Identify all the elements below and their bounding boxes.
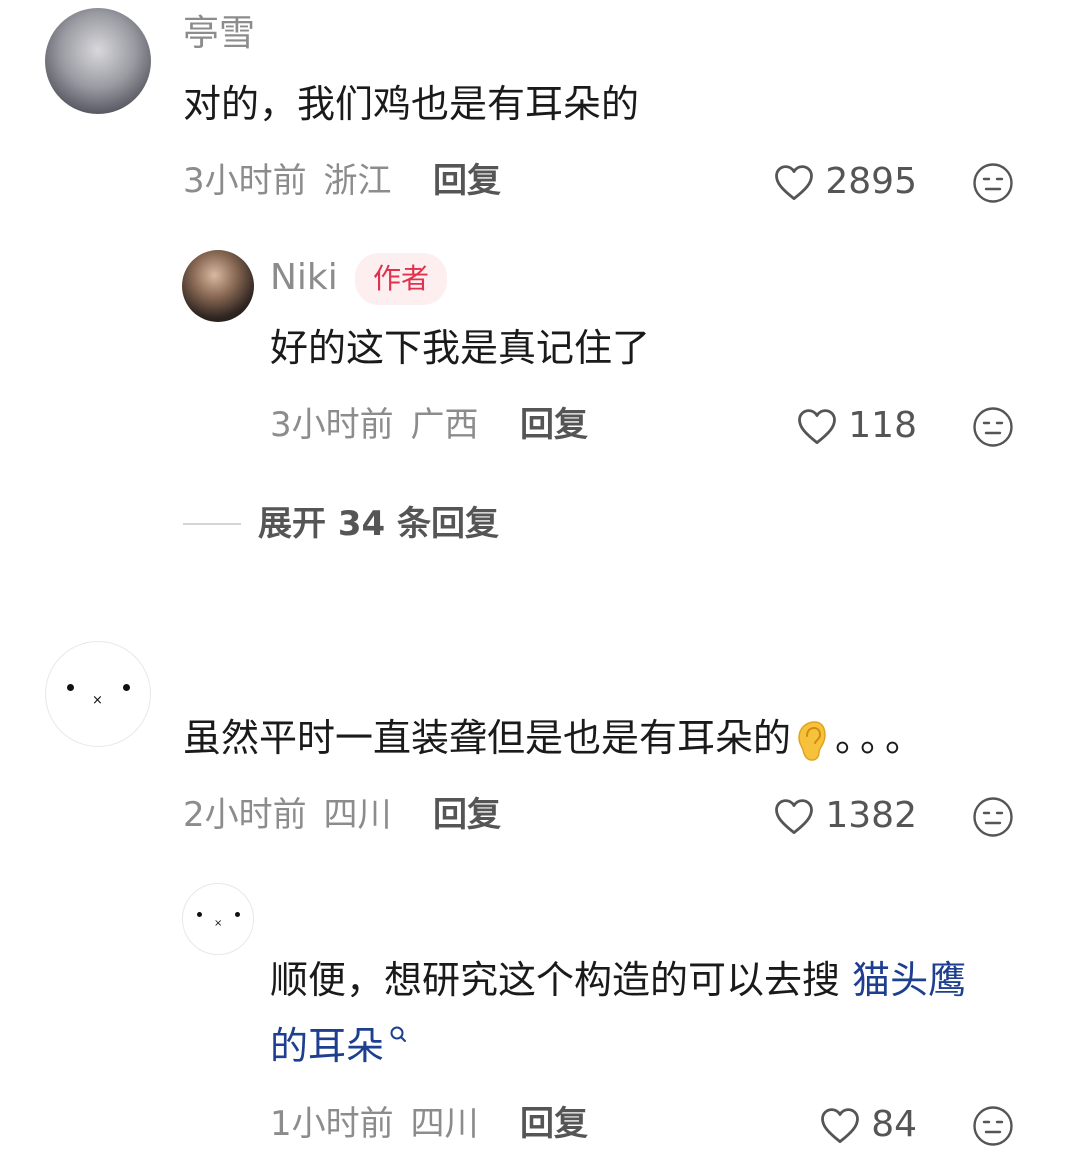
author-badge: 作者 bbox=[355, 253, 448, 305]
like-count: 1382 bbox=[825, 795, 917, 836]
like-button[interactable]: 1382 bbox=[773, 796, 917, 836]
reply-time: 1小时前 bbox=[270, 1104, 394, 1144]
search-link-ears[interactable]: 的耳朵 bbox=[270, 1024, 384, 1068]
comment-text: 对的，我们鸡也是有耳朵的 bbox=[183, 82, 640, 126]
avatar-face[interactable]: × bbox=[182, 883, 254, 955]
like-count: 84 bbox=[871, 1104, 917, 1145]
heart-outline-icon bbox=[775, 165, 814, 201]
reply-text-line1: 顺便，想研究这个构造的可以去搜 猫头鹰 bbox=[270, 948, 966, 1013]
heart-outline-icon bbox=[775, 799, 814, 835]
search-link-owl[interactable]: 猫头鹰 bbox=[852, 958, 966, 1002]
comment-location: 浙江 bbox=[323, 161, 392, 201]
ear-emoji bbox=[798, 720, 826, 761]
avatar-tingxue[interactable] bbox=[45, 8, 151, 114]
like-button[interactable]: 2895 bbox=[773, 162, 917, 202]
dislike-face-icon[interactable] bbox=[972, 406, 1014, 448]
reply-button[interactable]: 回复 bbox=[433, 164, 501, 198]
reply-meta: 3小时前 广西 bbox=[270, 408, 478, 442]
reply-text: 好的这下我是真记住了 bbox=[270, 326, 651, 370]
comment-meta: 2小时前 四川 bbox=[183, 798, 391, 832]
reply-username[interactable]: Niki bbox=[270, 260, 338, 296]
heart-outline-icon bbox=[821, 1108, 860, 1144]
like-count: 118 bbox=[848, 405, 917, 446]
comment-time: 2小时前 bbox=[183, 795, 307, 835]
expand-replies-button[interactable]: 展开 34 条回复 bbox=[258, 507, 499, 541]
reply-text-line2: 的耳朵 bbox=[270, 1014, 410, 1079]
dislike-face-icon[interactable] bbox=[972, 796, 1014, 838]
reply-button[interactable]: 回复 bbox=[520, 408, 588, 442]
comment-username[interactable]: 亭雪 bbox=[183, 16, 255, 52]
comment-text: 虽然平时一直装聋但是也是有耳朵的 。。。 bbox=[183, 706, 929, 771]
comment-location: 四川 bbox=[323, 795, 392, 835]
comment-time: 3小时前 bbox=[183, 161, 307, 201]
reply-button[interactable]: 回复 bbox=[433, 798, 501, 832]
comment-text-tail: 。。。 bbox=[835, 716, 930, 760]
avatar-face[interactable]: × bbox=[45, 641, 151, 747]
reply-time: 3小时前 bbox=[270, 405, 394, 445]
reply-location: 广西 bbox=[410, 405, 479, 445]
like-button[interactable]: 118 bbox=[796, 406, 917, 446]
expand-divider bbox=[183, 523, 241, 525]
reply-location: 四川 bbox=[410, 1104, 479, 1144]
search-icon[interactable] bbox=[388, 1024, 410, 1046]
reply-button[interactable]: 回复 bbox=[520, 1107, 588, 1141]
like-button[interactable]: 84 bbox=[819, 1105, 917, 1145]
dislike-face-icon[interactable] bbox=[972, 162, 1014, 204]
avatar-niki[interactable] bbox=[182, 250, 254, 322]
reply-text-plain: 顺便，想研究这个构造的可以去搜 bbox=[270, 958, 853, 1002]
comment-meta: 3小时前 浙江 bbox=[183, 164, 391, 198]
like-count: 2895 bbox=[825, 161, 917, 202]
reply-meta: 1小时前 四川 bbox=[270, 1107, 478, 1141]
comment-text-main: 虽然平时一直装聋但是也是有耳朵的 bbox=[183, 716, 792, 760]
heart-outline-icon bbox=[798, 409, 837, 445]
dislike-face-icon[interactable] bbox=[972, 1105, 1014, 1147]
